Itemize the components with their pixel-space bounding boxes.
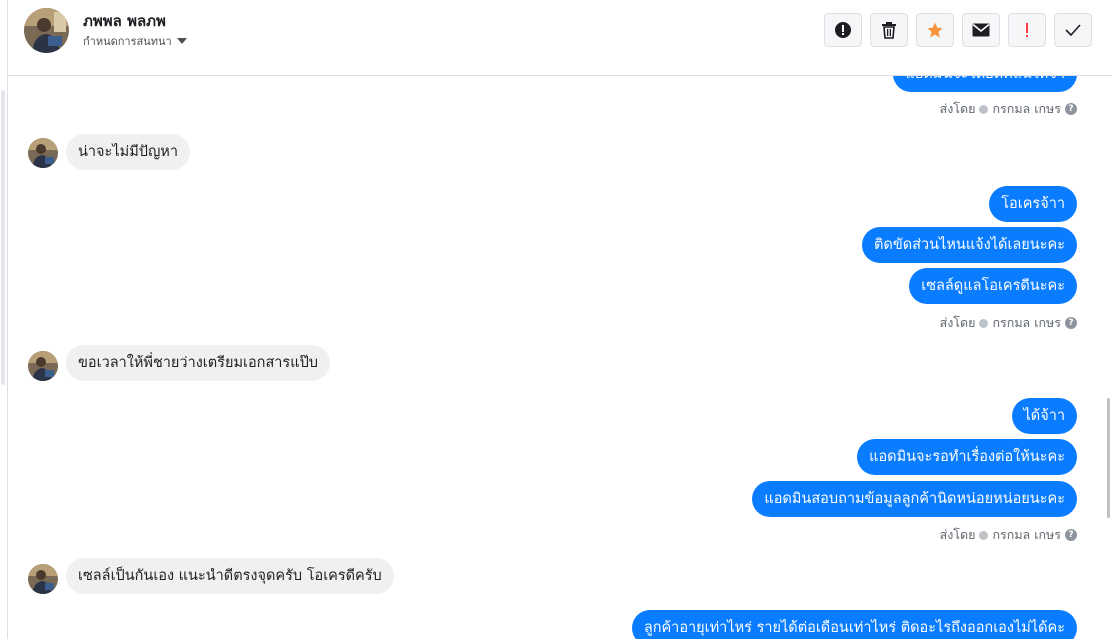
help-icon[interactable]: ? <box>1065 529 1077 541</box>
star-button[interactable] <box>916 13 954 47</box>
outgoing-message[interactable]: ติดขัดส่วนไหนแจ้งได้เลยนะคะ <box>862 227 1077 263</box>
conversation-settings-label: กำหนดการสนทนา <box>83 35 172 48</box>
envelope-icon <box>972 23 990 37</box>
incoming-message[interactable]: ขอเวลาให้พี่ชายว่างเตรียมเอกสารแป๊บ <box>66 345 330 381</box>
contact-avatar-small <box>28 564 58 594</box>
sent-by-label: ส่งโดย กรกมล เกษร ? <box>940 313 1077 333</box>
verified-check-icon <box>979 104 989 114</box>
outgoing-message[interactable]: ลูกค้าอายุเท่าไหร่ รายได้ต่อเดือนเท่าไหร… <box>631 610 1077 639</box>
outgoing-message[interactable]: แอดมินจะรอทำเรื่องต่อให้นะคะ <box>857 439 1077 475</box>
contact-avatar-small <box>28 138 58 168</box>
sent-by-prefix: ส่งโดย <box>939 315 976 330</box>
follow-up-button[interactable] <box>1008 13 1046 47</box>
contact-avatar[interactable] <box>24 8 69 53</box>
exclamation-circle-icon <box>834 21 852 39</box>
conversation-settings-dropdown[interactable]: กำหนดการสนทนา <box>83 32 187 50</box>
conversation-toolbar <box>824 13 1092 47</box>
outgoing-message[interactable]: แอดมินสอบถามข้อมูลลูกค้านิดหน่อยหน่อยนะค… <box>752 481 1077 517</box>
checkmark-icon <box>1065 23 1081 37</box>
mark-unread-button[interactable] <box>962 13 1000 47</box>
caret-down-icon <box>176 38 187 44</box>
scrollbar-thumb[interactable] <box>1107 398 1110 518</box>
sent-by-label: ส่งโดย กรกมล เกษร ? <box>940 525 1077 545</box>
contact-name: ภพพล พลภพ <box>83 12 166 30</box>
help-icon[interactable]: ? <box>1065 103 1077 115</box>
thread-scrollbar[interactable] <box>1104 76 1112 639</box>
outgoing-message[interactable]: โอเครจ้าา <box>989 186 1077 222</box>
conversation-header: ภพพล พลภพ กำหนดการสนทนา <box>8 0 1112 76</box>
sent-by-agent: กรกมล เกษร <box>992 527 1061 542</box>
sent-by-agent: กรกมล เกษร <box>992 101 1061 116</box>
trash-icon <box>881 21 897 39</box>
delete-button[interactable] <box>870 13 908 47</box>
star-icon <box>926 21 944 39</box>
exclamation-icon <box>1024 22 1030 38</box>
messenger-conversation-window: ภพพล พลภพ กำหนดการสนทนา ส่งโดย กรกมล เกษ… <box>0 0 1112 639</box>
left-panel-scroll-track <box>1 90 5 385</box>
sent-by-label: ส่งโดย กรกมล เกษร ? <box>940 99 1077 119</box>
incoming-message[interactable]: น่าจะไม่มีปัญหา <box>66 134 191 170</box>
message-thread[interactable]: แอดมินจะได้ยืดคลีนให้จ้า ส่งโดย กรกมล เก… <box>8 76 1104 639</box>
outgoing-message[interactable]: ได้จ้าา <box>1011 398 1077 434</box>
verified-check-icon <box>979 530 989 540</box>
outgoing-message[interactable]: แอดมินจะได้ยืดคลีนให้จ้า <box>893 76 1077 92</box>
outgoing-message[interactable]: เซลล์ดูแลโอเครดีนะคะ <box>909 268 1077 304</box>
mark-spam-button[interactable] <box>824 13 862 47</box>
sent-by-prefix: ส่งโดย <box>939 101 976 116</box>
sent-by-prefix: ส่งโดย <box>939 527 976 542</box>
verified-check-icon <box>979 318 989 328</box>
left-panel-edge <box>0 0 8 639</box>
sent-by-agent: กรกมล เกษร <box>992 315 1061 330</box>
incoming-message[interactable]: เซลล์เป็นกันเอง แนะนำดีตรงจุดครับ โอเครด… <box>66 558 394 594</box>
contact-avatar-small <box>28 351 58 381</box>
help-icon[interactable]: ? <box>1065 317 1077 329</box>
mark-done-button[interactable] <box>1054 13 1092 47</box>
